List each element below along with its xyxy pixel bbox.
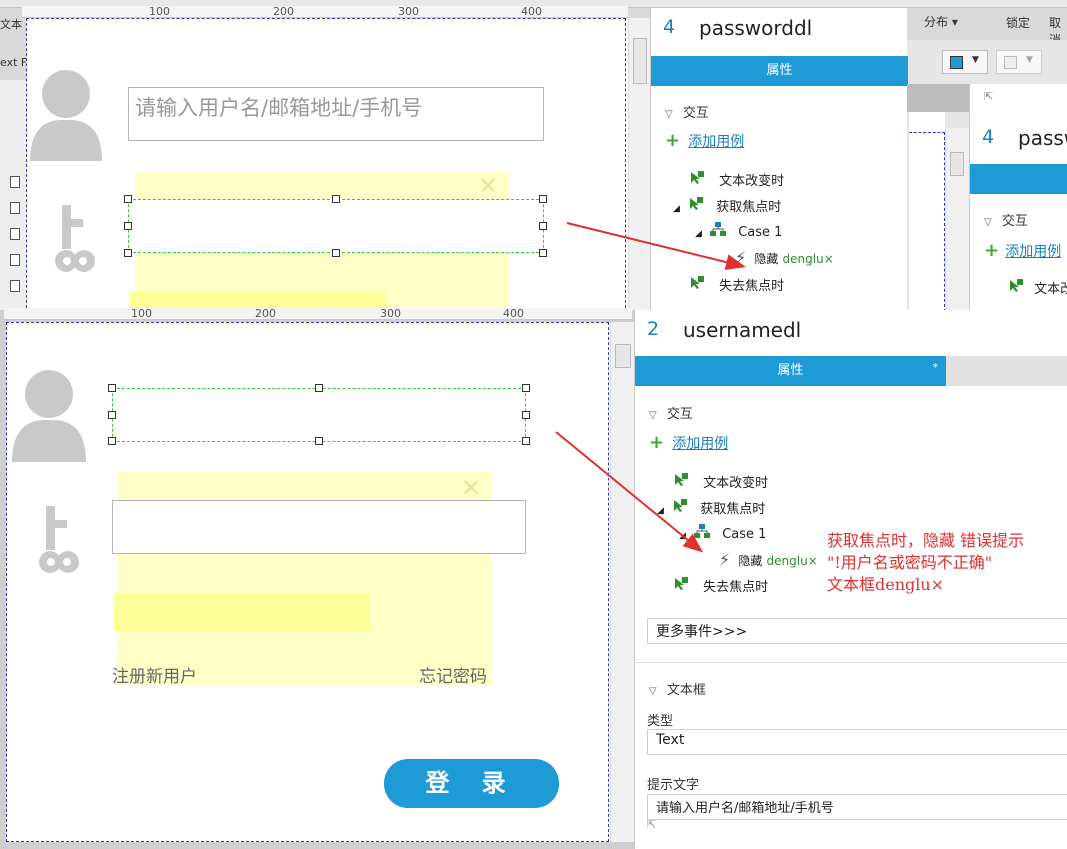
annotation-line: 获取焦点时，隐藏 错误提示 <box>827 531 1025 550</box>
annotation-note: 获取焦点时，隐藏 错误提示 "!用户名或密码不正确" 文本框denglu× <box>827 530 1063 596</box>
annotation-line: 文本框denglu× <box>827 575 945 594</box>
annotation-arrow-top <box>566 222 746 270</box>
annotation-arrows <box>555 222 746 553</box>
annotation-arrow-bottom <box>555 431 704 553</box>
annotation-line: "!用户名或密码不正确" <box>827 553 993 572</box>
